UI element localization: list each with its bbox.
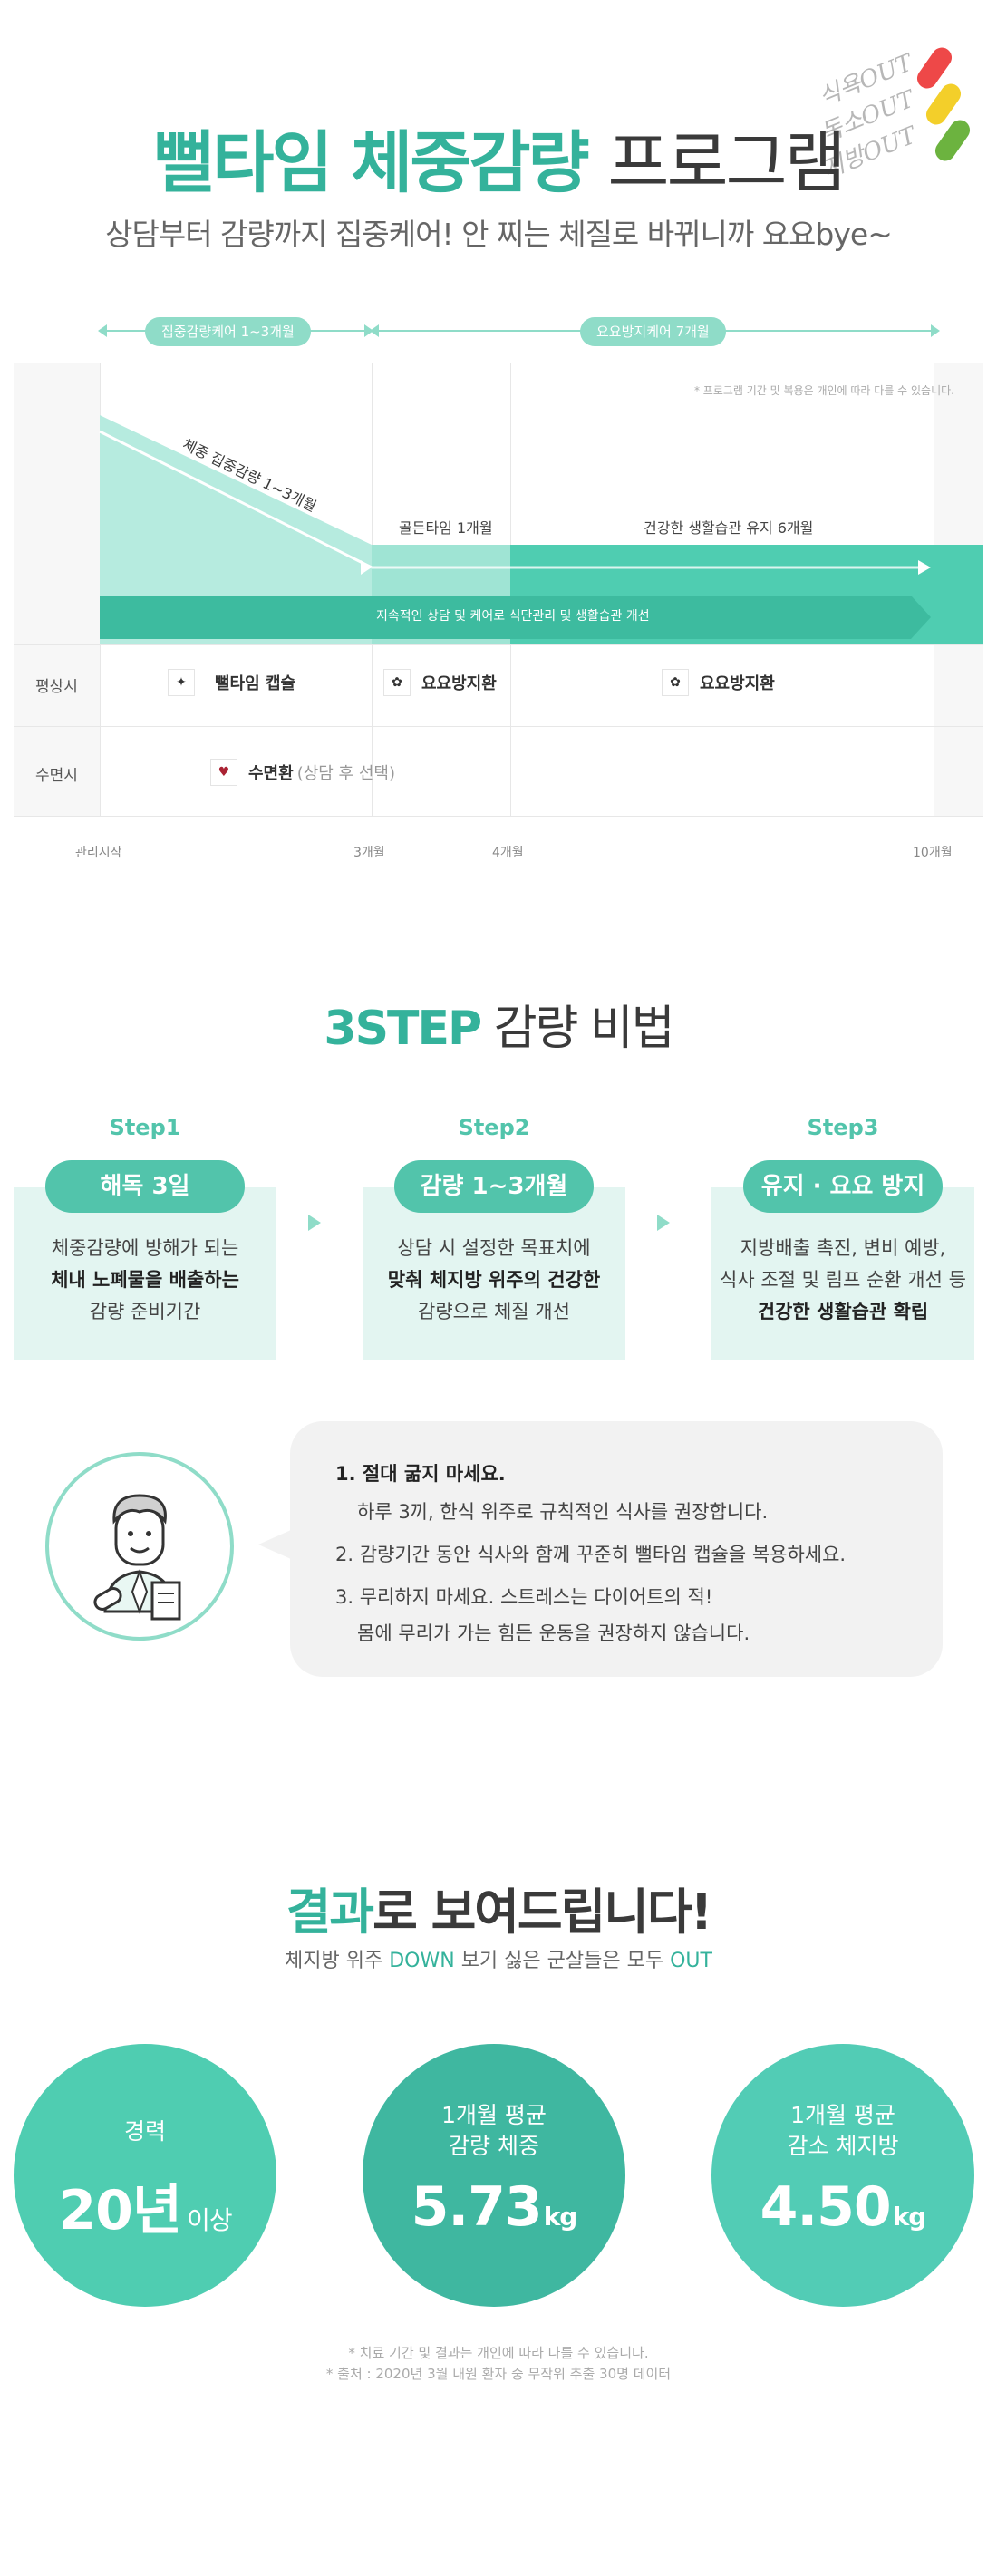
steps-title: 3STEP 감량 비법 bbox=[0, 990, 997, 1058]
step-description: 지방배출 촉진, 변비 예방, 식사 조절 및 림프 순환 개선 등 건강한 생… bbox=[720, 1237, 966, 1322]
results-title-green: 결과 bbox=[286, 1884, 374, 1941]
capsule-icon: ✦ bbox=[168, 669, 195, 696]
tip-1-title: 1. 절대 굶지 마세요. bbox=[335, 1463, 506, 1485]
arrow-right-icon bbox=[657, 1215, 670, 1231]
x-label-10m: 10개월 bbox=[913, 846, 953, 860]
range-intensive-pill: 집중감량케어 1~3개월 bbox=[145, 317, 311, 346]
phase-golden-time: 골든타임 1개월 bbox=[399, 519, 493, 537]
tip-3-body: 몸에 무리가 가는 힘든 운동을 권장하지 않습니다. bbox=[357, 1622, 750, 1644]
range-maintenance-pill: 요요방지케어 7개월 bbox=[580, 317, 726, 346]
step-label: Step1 bbox=[109, 1115, 181, 1140]
x-label-start: 관리시작 bbox=[75, 846, 122, 860]
title-green: 뻘타임 체중감량 bbox=[153, 124, 589, 202]
med-capsule-label: 뻘타임 캡슐 bbox=[215, 674, 296, 693]
weight-loss-graphic bbox=[99, 415, 983, 644]
med-sleep-label: 수면환 bbox=[248, 764, 294, 783]
results-subtitle: 체지방 위주 DOWN 보기 싫은 군살들은 모두 OUT bbox=[285, 1950, 712, 1972]
step-label: Step3 bbox=[807, 1115, 879, 1140]
bubble-tail bbox=[258, 1530, 291, 1559]
steps-title-dark: 감량 비법 bbox=[493, 1002, 675, 1056]
result-value: 4.50kg bbox=[760, 2175, 927, 2239]
arrow-right-icon bbox=[308, 1215, 321, 1231]
results-footnote-2: * 출처 : 2020년 3월 내원 환자 중 무작위 추출 30명 데이터 bbox=[325, 2366, 672, 2382]
step-3: Step3 유지 · 요요 방지 지방배출 촉진, 변비 예방, 식사 조절 및… bbox=[711, 1115, 974, 1360]
row-label-daily: 평상시 bbox=[35, 678, 78, 696]
result-caption: 1개월 평균 bbox=[790, 2102, 895, 2128]
med-yoyo-1: ✿ 요요방지환 bbox=[383, 669, 497, 696]
band-text: 지속적인 상담 및 케어로 식단관리 및 생활습관 개선 bbox=[376, 609, 650, 624]
result-value: 20년 이상 bbox=[58, 2179, 232, 2242]
steps-title-green: 3STEP bbox=[324, 1002, 482, 1056]
med-yoyo-2: ✿ 요요방지환 bbox=[662, 669, 775, 696]
tip-3-title: 3. 무리하지 마세요. 스트레스는 다이어트의 적! bbox=[335, 1586, 713, 1608]
step-1: Step1 해독 3일 체중감량에 방해가 되는 체내 노폐물을 배출하는 감량… bbox=[14, 1115, 276, 1360]
x-label-3m: 3개월 bbox=[353, 846, 385, 860]
results-title: 결과로 보여드립니다! bbox=[0, 1872, 997, 1943]
program-timeline: 집중감량케어 1~3개월 요요방지케어 7개월 체중 집중감량 1~3개월 골든… bbox=[14, 308, 983, 888]
doctor-illustration bbox=[45, 1452, 234, 1641]
step-pill: 감량 1~3개월 bbox=[394, 1160, 594, 1213]
results-title-dark: 로 보여드립니다! bbox=[373, 1884, 712, 1941]
result-fat-loss: 1개월 평균 감소 체지방 4.50kg bbox=[711, 2044, 974, 2307]
pill-pack-icon: ✿ bbox=[383, 669, 411, 696]
med-sleep-sub: (상담 후 선택) bbox=[296, 764, 395, 783]
result-weight-loss: 1개월 평균 감량 체중 5.73kg bbox=[363, 2044, 625, 2307]
step-description: 체중감량에 방해가 되는 체내 노폐물을 배출하는 감량 준비기간 bbox=[51, 1237, 239, 1322]
med-sleep: ♥ 수면환 (상담 후 선택) bbox=[210, 759, 395, 786]
tip-1-body: 하루 3끼, 한식 위주로 규칙적인 식사를 권장합니다. bbox=[357, 1501, 769, 1523]
header-section: 식욕OUT 독소OUT 지방OUT 뻘타임 체중감량 프로그램 상담부터 감량까… bbox=[0, 0, 997, 299]
range-intensive: 집중감량케어 1~3개월 bbox=[98, 317, 373, 346]
sleep-pill-icon: ♥ bbox=[210, 759, 237, 786]
result-caption: 1개월 평균 bbox=[441, 2102, 547, 2128]
result-caption: 감량 체중 bbox=[449, 2133, 539, 2159]
page-title: 뻘타임 체중감량 프로그램 bbox=[0, 109, 997, 206]
x-label-4m: 4개월 bbox=[492, 846, 524, 860]
step-description: 상담 시 설정한 목표치에 맞춰 체지방 위주의 건강한 감량으로 체질 개선 bbox=[387, 1237, 601, 1322]
timeline-grid: 체중 집중감량 1~3개월 골든타임 1개월 건강한 생활습관 유지 6개월 지… bbox=[14, 363, 983, 817]
row-label-sleep: 수면시 bbox=[35, 767, 78, 785]
med-yoyo-1-label: 요요방지환 bbox=[421, 674, 497, 693]
tip-2: 2. 감량기간 동안 식사와 함께 꾸준히 뻘타임 캡슐을 복용하세요. bbox=[335, 1544, 847, 1565]
result-caption: 경력 bbox=[123, 2118, 166, 2145]
title-dark: 프로그램 bbox=[607, 124, 846, 202]
range-maintenance: 요요방지케어 7개월 bbox=[370, 317, 940, 346]
timeline-note: * 프로그램 기간 및 복용은 개인에 따라 다를 수 있습니다. bbox=[693, 384, 954, 397]
phase-habit: 건강한 생활습관 유지 6개월 bbox=[644, 519, 814, 537]
doctor-icon bbox=[93, 1494, 181, 1621]
step-2: Step2 감량 1~3개월 상담 시 설정한 목표치에 맞춰 체지방 위주의 … bbox=[363, 1115, 625, 1360]
result-value: 5.73kg bbox=[411, 2175, 578, 2239]
med-yoyo-2-label: 요요방지환 bbox=[700, 674, 775, 693]
results-footnote-1: * 치료 기간 및 결과는 개인에 따라 다를 수 있습니다. bbox=[348, 2345, 649, 2361]
step-pill: 해독 3일 bbox=[45, 1160, 245, 1213]
med-capsule: ✦ 뻘타임 캡슐 bbox=[168, 669, 295, 696]
step-label: Step2 bbox=[458, 1115, 530, 1140]
pill-pack-icon: ✿ bbox=[662, 669, 689, 696]
page-subtitle: 상담부터 감량까지 집중케어! 안 찌는 체질로 바뀌니까 요요bye~ bbox=[105, 217, 893, 252]
result-caption: 감소 체지방 bbox=[787, 2133, 899, 2159]
step-pill: 유지 · 요요 방지 bbox=[743, 1160, 943, 1213]
result-experience: 경력 20년 이상 bbox=[14, 2044, 276, 2307]
